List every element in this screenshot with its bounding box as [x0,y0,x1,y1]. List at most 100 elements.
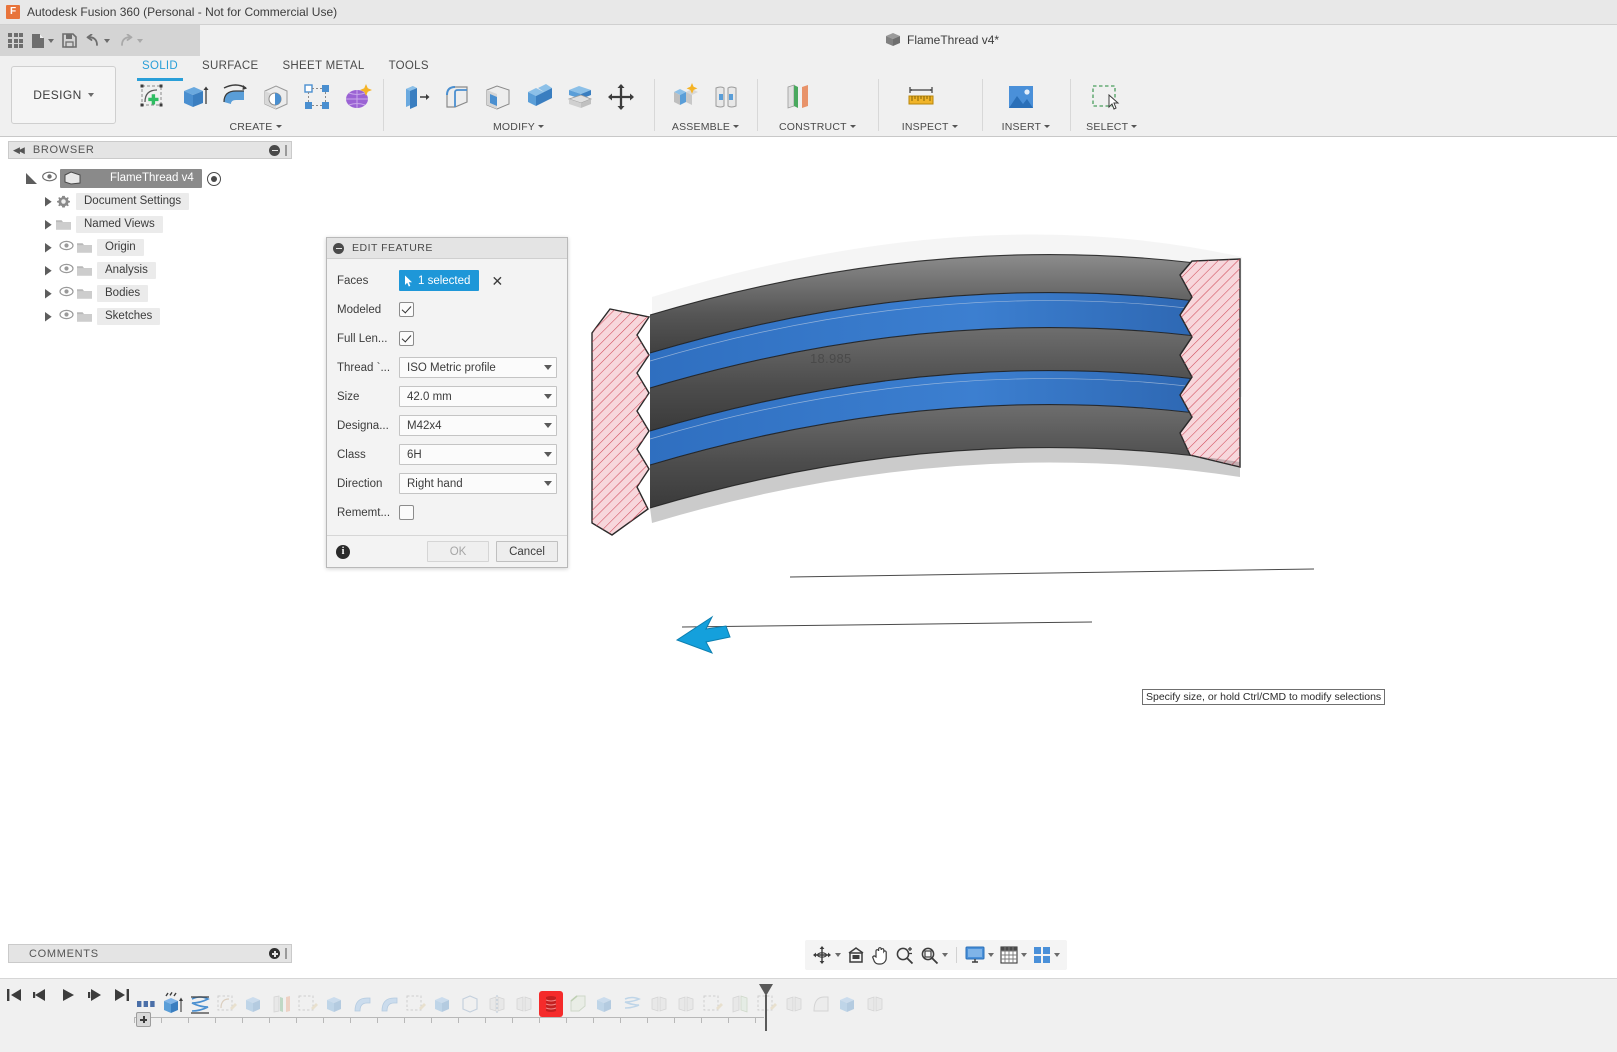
shell-button[interactable] [479,78,517,116]
expand-triangle-icon[interactable] [45,220,52,230]
timeline-feature-sketch-3[interactable] [404,991,428,1017]
display-settings-button[interactable] [963,943,996,967]
browser-collapse-icon[interactable] [269,144,280,156]
timeline-scale[interactable] [134,1017,764,1029]
undo-button[interactable] [82,28,113,54]
select-window-button[interactable] [1086,78,1124,116]
remember-checkbox[interactable] [399,505,414,520]
panel-label-assemble[interactable]: ASSEMBLE [666,119,745,134]
offset-plane-button[interactable] [779,78,817,116]
edit-feature-dialog[interactable]: EDIT FEATURE Faces 1 selected ✕ Modeled … [326,237,568,568]
pattern-button[interactable] [298,78,336,116]
expand-triangle-icon[interactable] [45,289,52,299]
save-button[interactable] [59,28,80,54]
class-dropdown[interactable]: 6H [399,444,557,465]
timeline-feature-mirror[interactable] [485,991,509,1017]
measure-button[interactable] [902,78,940,116]
browser-node-named-views[interactable]: Named Views [8,213,292,236]
document-tab[interactable]: FlameThread v4* [885,32,999,47]
viewports-button[interactable] [1031,943,1062,967]
timeline-feature-sketch-2[interactable] [296,991,320,1017]
activate-component-radio[interactable] [206,171,221,186]
workspace-switcher[interactable]: DESIGN [11,66,116,124]
add-comment-icon[interactable] [269,948,280,959]
file-button[interactable] [28,28,57,54]
panel-label-inspect[interactable]: INSPECT [902,119,958,134]
thread-type-dropdown[interactable]: ISO Metric profile [399,357,557,378]
timeline-go-end-button[interactable] [114,987,130,1006]
timeline-feature-plane[interactable] [269,991,293,1017]
create-sketch-button[interactable] [134,78,172,116]
pan-button[interactable] [869,943,891,967]
joint-button[interactable] [707,78,745,116]
direction-dropdown[interactable]: Right hand [399,473,557,494]
browser-node-sketches[interactable]: Sketches [8,305,292,328]
fillet-button[interactable] [438,78,476,116]
comments-resize-grip[interactable] [285,948,287,959]
timeline-feature-extrude-4[interactable] [431,991,455,1017]
expand-triangle-icon[interactable] [26,173,37,184]
browser-node-analysis[interactable]: Analysis [8,259,292,282]
timeline-feature-sketch-4[interactable] [701,991,725,1017]
timeline-feature-thread[interactable] [539,991,563,1017]
visibility-eye-icon[interactable] [59,263,74,278]
panel-label-modify[interactable]: MODIFY [397,119,640,134]
panel-label-construct[interactable]: CONSTRUCT [779,119,856,134]
timeline-feature-sweep-3[interactable] [728,991,752,1017]
expand-triangle-icon[interactable] [45,243,52,253]
move-copy-button[interactable] [602,78,640,116]
timeline-feature-sketch[interactable] [215,991,239,1017]
full-length-checkbox[interactable] [399,331,414,346]
browser-node-flamethread[interactable]: FlameThread v4 [8,167,292,190]
press-pull-button[interactable] [397,78,435,116]
form-button[interactable] [339,78,377,116]
timeline-feature-sweep[interactable] [350,991,374,1017]
timeline-play-button[interactable] [60,987,76,1006]
timeline-feature-chamfer[interactable] [566,991,590,1017]
grid-snaps-button[interactable] [998,943,1029,967]
timeline-feature-extrude[interactable] [161,991,185,1017]
insert-image-button[interactable] [1002,78,1040,116]
dialog-header[interactable]: EDIT FEATURE [327,238,567,259]
size-dropdown[interactable]: 42.0 mm [399,386,557,407]
visibility-eye-icon[interactable] [42,171,57,186]
dialog-collapse-icon[interactable] [333,242,344,254]
timeline-feature-extrude-3[interactable] [323,991,347,1017]
timeline-feature-mirror-3[interactable] [647,991,671,1017]
expand-triangle-icon[interactable] [45,197,52,207]
split-face-button[interactable] [561,78,599,116]
timeline-feature-extrude-5[interactable] [593,991,617,1017]
timeline-step-forward-button[interactable] [87,987,103,1006]
app-grid-button[interactable] [5,28,26,54]
modeled-checkbox[interactable] [399,302,414,317]
look-at-button[interactable] [845,943,867,967]
combine-button[interactable] [520,78,558,116]
extrude-button[interactable] [175,78,213,116]
tab-solid[interactable]: SOLID [130,58,190,81]
new-component-button[interactable] [666,78,704,116]
designation-dropdown[interactable]: M42x4 [399,415,557,436]
panel-label-create[interactable]: CREATE [134,119,377,134]
timeline-zoom-handle[interactable] [136,1012,151,1027]
timeline-step-back-button[interactable] [33,987,49,1006]
browser-resize-grip[interactable] [285,144,287,156]
timeline-feature-mirror-4[interactable] [674,991,698,1017]
panel-label-select[interactable]: SELECT [1086,119,1138,134]
panel-label-insert[interactable]: INSERT [1002,119,1051,134]
expand-triangle-icon[interactable] [45,266,52,276]
timeline-feature-coil-2[interactable] [620,991,644,1017]
timeline-feature-mirror-5[interactable] [782,991,806,1017]
revolve-button[interactable] [216,78,254,116]
zoom-button[interactable] [893,943,916,967]
browser-node-bodies[interactable]: Bodies [8,282,292,305]
browser-node-document-settings[interactable]: Document Settings [8,190,292,213]
clear-selection-icon[interactable]: ✕ [491,274,503,288]
help-info-icon[interactable]: i [336,544,350,559]
tab-tools[interactable]: TOOLS [377,58,441,76]
timeline-feature-revolve[interactable] [809,991,833,1017]
timeline-feature-mirror-2[interactable] [512,991,536,1017]
browser-node-origin[interactable]: Origin [8,236,292,259]
tab-sheet-metal[interactable]: SHEET METAL [270,58,376,76]
ok-button[interactable]: OK [427,541,489,562]
redo-button[interactable] [115,28,146,54]
